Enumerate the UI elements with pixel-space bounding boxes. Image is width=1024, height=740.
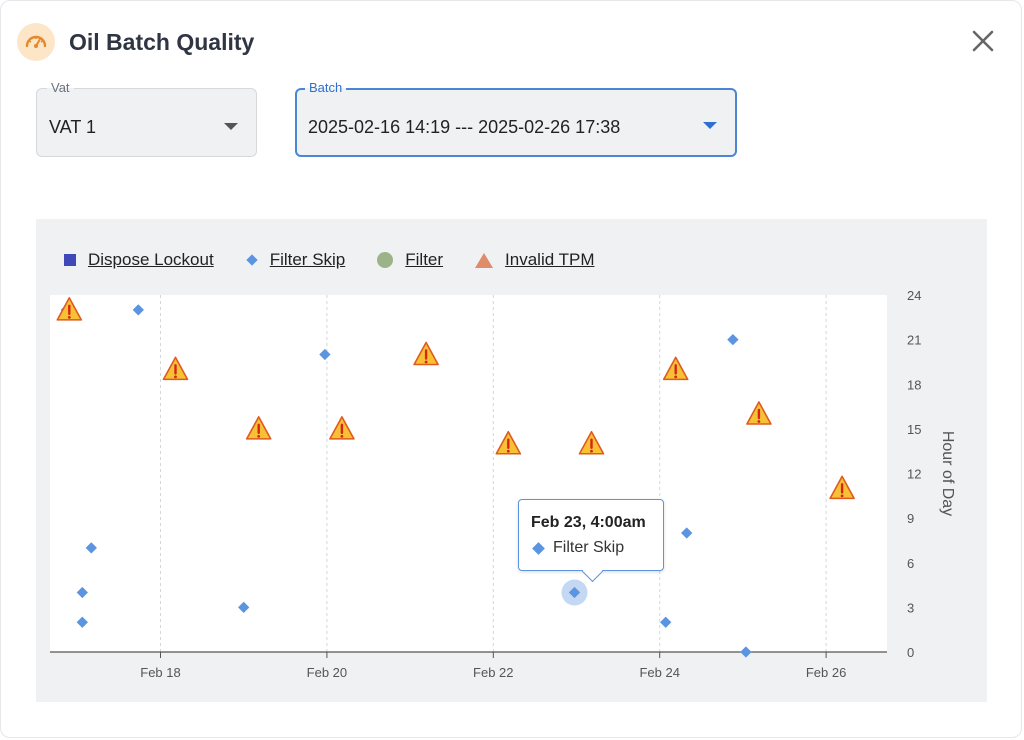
x-tick-label: Feb 24: [639, 665, 679, 680]
warning-icon-dot: [174, 375, 177, 379]
dialog: Oil Batch Quality Vat VAT 1 Batch 2025-0…: [0, 0, 1022, 738]
batch-select[interactable]: Batch 2025-02-16 14:19 --- 2025-02-26 17…: [295, 80, 737, 157]
tooltip-series-row: Filter Skip: [531, 539, 624, 557]
diamond-marker-icon: [532, 541, 545, 555]
dialog-title: Oil Batch Quality: [69, 29, 255, 55]
y-tick-label: 9: [907, 511, 914, 526]
x-tick-label: Feb 18: [140, 665, 180, 680]
x-tick-label: Feb 26: [806, 665, 846, 680]
warning-icon-dot: [674, 375, 678, 379]
chart-tooltip: Feb 23, 4:00am Filter Skip: [518, 499, 664, 583]
x-tick-label: Feb 22: [473, 665, 513, 680]
y-tick-label: 6: [907, 556, 914, 571]
x-tick-label: Feb 20: [307, 665, 347, 680]
warning-icon-dot: [840, 494, 844, 498]
vat-select-label: Vat: [47, 80, 74, 95]
y-tick-label: 3: [907, 600, 914, 615]
vat-select[interactable]: Vat VAT 1: [36, 80, 257, 157]
warning-icon-dot: [506, 449, 510, 453]
batch-select-value: 2025-02-16 14:19 --- 2025-02-26 17:38: [308, 117, 621, 137]
warning-icon-dot: [590, 449, 593, 453]
chevron-down-icon: [703, 122, 717, 129]
y-tick-label: 21: [907, 333, 921, 348]
y-tick-label: 0: [907, 645, 914, 660]
batch-select-label: Batch: [305, 80, 347, 95]
close-icon[interactable]: [969, 27, 997, 55]
y-tick-label: 15: [907, 422, 921, 437]
y-tick-label: 18: [907, 377, 921, 392]
dialog-header: Oil Batch Quality: [17, 21, 1007, 65]
y-tick-label: 24: [907, 288, 921, 303]
scatter-chart: Feb 18 Feb 20 Feb 22 Feb 24 Feb 26 0 3 6 9 12 15 18…: [50, 288, 956, 680]
vat-select-value: VAT 1: [49, 117, 97, 137]
warning-icon-dot: [67, 315, 71, 319]
tooltip-series-label: Filter Skip: [553, 539, 625, 556]
warning-icon-dot: [257, 434, 261, 438]
y-axis-title: Hour of Day: [939, 431, 956, 516]
warning-icon-dot: [424, 360, 428, 364]
plot-area: [50, 295, 887, 652]
tooltip-title: Feb 23, 4:00am: [531, 514, 646, 531]
chart-panel: Dispose Lockout Filter Skip Filter Inval…: [36, 219, 987, 702]
chevron-down-icon: [224, 123, 238, 130]
warning-icon-dot: [340, 434, 344, 438]
gauge-icon: [17, 23, 55, 61]
y-tick-label: 12: [907, 467, 921, 482]
warning-icon-dot: [757, 420, 761, 423]
